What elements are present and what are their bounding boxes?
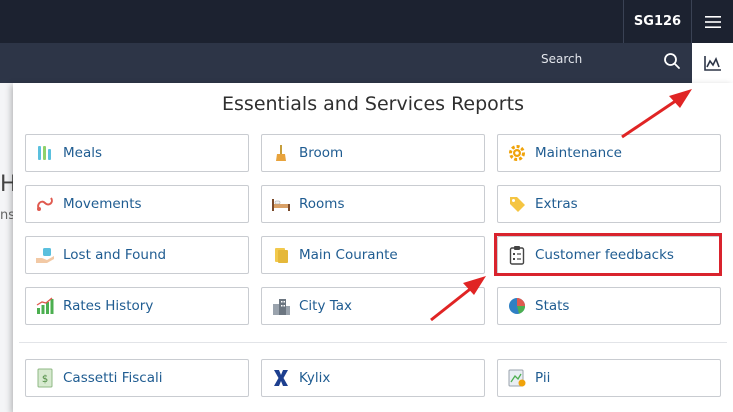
report-tile-label: Movements	[63, 196, 142, 212]
reports-dropdown-panel: Essentials and Services Reports Meals Br…	[13, 83, 733, 412]
report-tile-kylix[interactable]: Kylix	[261, 359, 485, 397]
report-tile-label: Rates History	[63, 298, 154, 314]
report-tile-label: Main Courante	[299, 247, 398, 263]
report-tile-main-courante[interactable]: Main Courante	[261, 236, 485, 274]
report-tile-rates-history[interactable]: Rates History	[25, 287, 249, 325]
report-tile-stats[interactable]: Stats	[497, 287, 721, 325]
bed-icon	[271, 194, 291, 214]
hamburger-menu-button[interactable]	[693, 0, 733, 43]
clipboard-icon	[507, 245, 527, 265]
kylix-icon	[271, 368, 291, 388]
hand-icon	[35, 245, 55, 265]
report-tile-label: Customer feedbacks	[535, 247, 674, 263]
pii-icon	[507, 368, 527, 388]
report-tile-label: Lost and Found	[63, 247, 167, 263]
report-tile-pii[interactable]: Pii	[497, 359, 721, 397]
report-tile-broom[interactable]: Broom	[261, 134, 485, 172]
search-label[interactable]: Search	[541, 52, 582, 66]
gear-icon	[507, 143, 527, 163]
report-tile-label: Broom	[299, 145, 344, 161]
report-tile-cassetti-fiscali[interactable]: $ Cassetti Fiscali	[25, 359, 249, 397]
sub-header-bar	[0, 43, 733, 83]
reports-button[interactable]	[692, 43, 733, 83]
search-icon[interactable]	[663, 52, 681, 70]
report-tile-lost-and-found[interactable]: Lost and Found	[25, 236, 249, 274]
report-tile-label: Meals	[63, 145, 103, 161]
hotel-code-button[interactable]: SG126	[623, 0, 692, 43]
panel-title: Essentials and Services Reports	[222, 93, 524, 115]
report-tile-customer-feedbacks[interactable]: Customer feedbacks	[497, 236, 721, 274]
report-tile-label: Maintenance	[535, 145, 622, 161]
svg-text:$: $	[42, 374, 48, 385]
report-tile-label: Pii	[535, 370, 551, 386]
hamburger-icon	[705, 15, 721, 28]
notes-icon	[271, 245, 291, 265]
report-tile-rooms[interactable]: Rooms	[261, 185, 485, 223]
report-tile-label: Rooms	[299, 196, 345, 212]
report-tile-label: Extras	[535, 196, 578, 212]
report-tile-movements[interactable]: Movements	[25, 185, 249, 223]
chart-icon	[703, 56, 721, 71]
pie-chart-icon	[507, 296, 527, 316]
movements-icon	[35, 194, 55, 214]
broom-icon	[271, 143, 291, 163]
report-tile-label: City Tax	[299, 298, 353, 314]
report-tile-label: Kylix	[299, 370, 331, 386]
section-divider	[19, 342, 727, 343]
report-tile-maintenance[interactable]: Maintenance	[497, 134, 721, 172]
bar-chart-icon	[35, 296, 55, 316]
report-tile-meals[interactable]: Meals	[25, 134, 249, 172]
fiscal-drawer-icon: $	[35, 368, 55, 388]
tag-icon	[507, 194, 527, 214]
report-tile-city-tax[interactable]: City Tax	[261, 287, 485, 325]
buildings-icon	[271, 296, 291, 316]
meals-icon	[35, 143, 55, 163]
report-tile-extras[interactable]: Extras	[497, 185, 721, 223]
report-tile-label: Cassetti Fiscali	[63, 370, 163, 386]
background-page	[0, 83, 14, 412]
report-tile-label: Stats	[535, 298, 570, 314]
